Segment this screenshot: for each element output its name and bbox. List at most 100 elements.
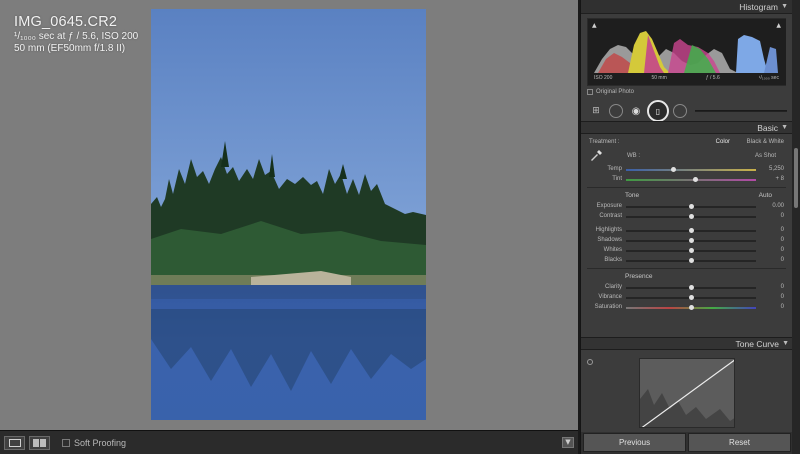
image-canvas[interactable]: IMG_0645.CR2 ¹/₁₀₀₀ sec at ƒ / 5.6, ISO … bbox=[0, 0, 578, 430]
loupe-view-button[interactable] bbox=[4, 435, 25, 450]
exposure-info: ¹/₁₀₀₀ sec at ƒ / 5.6, ISO 200 bbox=[14, 31, 139, 42]
wb-label: WB : bbox=[627, 153, 640, 159]
hist-shutter: ¹/₁₀₀₀ sec bbox=[758, 75, 779, 81]
slider-value[interactable]: 0 bbox=[781, 294, 784, 300]
slider-vibrance[interactable]: Vibrance 0 bbox=[581, 293, 792, 303]
slider-knob[interactable] bbox=[689, 204, 694, 209]
slider-value[interactable]: + 8 bbox=[775, 176, 784, 182]
divider bbox=[587, 187, 786, 188]
basic-header[interactable]: Basic ▼ bbox=[581, 121, 792, 134]
scrollbar-thumb[interactable] bbox=[794, 148, 798, 208]
before-after-icon bbox=[33, 438, 46, 447]
histogram-title: Histogram bbox=[739, 2, 778, 12]
slider-knob[interactable] bbox=[689, 285, 694, 290]
tone-curve-title: Tone Curve bbox=[735, 339, 779, 349]
tone-group-title: Tone Auto bbox=[581, 190, 792, 202]
reset-button[interactable]: Reset bbox=[688, 433, 791, 452]
treatment-bw-button[interactable]: Black & White bbox=[747, 139, 784, 145]
slider-knob[interactable] bbox=[689, 295, 694, 300]
tone-curve-graph[interactable] bbox=[639, 358, 735, 428]
tone-curve-section: Tone Curve ▼ bbox=[581, 337, 792, 428]
before-after-button[interactable] bbox=[29, 435, 50, 450]
slider-value[interactable]: 0 bbox=[781, 284, 784, 290]
toolbar-menu-button[interactable]: ▼ bbox=[562, 437, 574, 448]
radial-filter-icon[interactable] bbox=[673, 104, 687, 118]
tone-label: Tone bbox=[625, 192, 640, 199]
soft-proofing-label: Soft Proofing bbox=[74, 437, 127, 448]
photo-info-overlay: IMG_0645.CR2 ¹/₁₀₀₀ sec at ƒ / 5.6, ISO … bbox=[14, 13, 138, 55]
highlight-clipping-icon[interactable]: ▲ bbox=[776, 22, 781, 29]
slider-label: Shadows bbox=[597, 237, 622, 243]
tone-curve-header[interactable]: Tone Curve ▼ bbox=[581, 337, 792, 350]
collapse-triangle-icon[interactable]: ▼ bbox=[781, 122, 788, 134]
slider-label: Saturation bbox=[594, 304, 622, 310]
slider-value[interactable]: 0 bbox=[781, 227, 784, 233]
landscape-photo bbox=[151, 9, 426, 420]
graduated-filter-icon[interactable]: ▯ bbox=[647, 100, 669, 122]
slider-knob[interactable] bbox=[689, 305, 694, 310]
slider-value[interactable]: 0 bbox=[781, 237, 784, 243]
slider-exposure[interactable]: Exposure 0.00 bbox=[581, 202, 792, 212]
soft-proofing-checkbox[interactable] bbox=[62, 438, 70, 447]
original-photo-row[interactable]: Original Photo bbox=[587, 89, 786, 95]
slider-value[interactable]: 5,250 bbox=[769, 166, 784, 172]
slider-label: Exposure bbox=[596, 203, 622, 209]
eyedropper-icon[interactable] bbox=[589, 149, 603, 163]
auto-tone-button[interactable]: Auto bbox=[759, 190, 772, 202]
slider-whites[interactable]: Whites 0 bbox=[581, 246, 792, 256]
shadow-clipping-icon[interactable]: ▲ bbox=[592, 22, 597, 29]
slider-label: Blacks bbox=[604, 257, 622, 263]
slider-temp[interactable]: Temp 5,250 bbox=[581, 165, 792, 175]
basic-title: Basic bbox=[757, 123, 778, 133]
slider-knob[interactable] bbox=[689, 214, 694, 219]
slider-value[interactable]: 0.00 bbox=[772, 203, 784, 209]
treatment-row: Treatment : Color Black & White bbox=[581, 137, 792, 149]
slider-label: Whites bbox=[603, 247, 622, 253]
slider-value[interactable]: 0 bbox=[781, 257, 784, 263]
slider-saturation[interactable]: Saturation 0 bbox=[581, 303, 792, 313]
slider-label: Contrast bbox=[599, 213, 622, 219]
cursor-hand-icon: ▯ bbox=[655, 106, 661, 116]
tool-strip-slider[interactable] bbox=[695, 110, 787, 112]
lens-info: 50 mm (EF50mm f/1.8 II) bbox=[14, 43, 126, 54]
original-photo-checkbox[interactable] bbox=[587, 89, 593, 95]
wb-preset-dropdown[interactable]: As Shot bbox=[755, 153, 776, 159]
presence-label: Presence bbox=[625, 273, 653, 280]
targeted-adjustment-icon[interactable] bbox=[587, 359, 593, 365]
histogram-exif: ISO 200 50 mm ƒ / 5.6 ¹/₁₀₀₀ sec bbox=[588, 75, 785, 81]
slider-clarity[interactable]: Clarity 0 bbox=[581, 283, 792, 293]
presence-group-title: Presence bbox=[581, 271, 792, 283]
develop-panel: Histogram ▼ ▲ ▲ ISO 200 50 mm ƒ / 5.6 ¹/… bbox=[580, 0, 792, 454]
chevron-down-icon: ▼ bbox=[565, 438, 571, 446]
treatment-color-button[interactable]: Color bbox=[716, 139, 730, 145]
slider-contrast[interactable]: Contrast 0 bbox=[581, 212, 792, 222]
white-balance-row: WB : As Shot bbox=[581, 149, 792, 165]
crop-tool-icon[interactable]: ⊞ bbox=[589, 103, 603, 119]
collapse-triangle-icon[interactable]: ▼ bbox=[781, 0, 788, 14]
collapse-triangle-icon[interactable]: ▼ bbox=[782, 338, 789, 350]
panel-scrollbar[interactable] bbox=[792, 0, 800, 454]
previous-button[interactable]: Previous bbox=[583, 433, 686, 452]
tone-curve-plot bbox=[640, 359, 734, 427]
slider-track[interactable] bbox=[626, 179, 756, 181]
photo-preview[interactable] bbox=[151, 9, 426, 420]
slider-track[interactable] bbox=[626, 169, 756, 171]
slider-knob[interactable] bbox=[670, 167, 676, 172]
slider-blacks[interactable]: Blacks 0 bbox=[581, 256, 792, 266]
slider-value[interactable]: 0 bbox=[781, 304, 784, 310]
slider-knob[interactable] bbox=[689, 238, 694, 243]
slider-value[interactable]: 0 bbox=[781, 213, 784, 219]
slider-knob[interactable] bbox=[689, 228, 694, 233]
slider-knob[interactable] bbox=[689, 248, 694, 253]
slider-label: Clarity bbox=[604, 284, 622, 290]
spot-removal-icon[interactable] bbox=[609, 104, 623, 118]
slider-shadows[interactable]: Shadows 0 bbox=[581, 236, 792, 246]
slider-knob[interactable] bbox=[689, 258, 694, 263]
histogram-display[interactable]: ▲ ▲ ISO 200 50 mm ƒ / 5.6 ¹/₁₀₀₀ sec bbox=[587, 18, 786, 86]
slider-value[interactable]: 0 bbox=[781, 247, 784, 253]
slider-knob[interactable] bbox=[692, 177, 698, 182]
red-eye-icon[interactable]: ◉ bbox=[629, 103, 643, 119]
slider-highlights[interactable]: Highlights 0 bbox=[581, 226, 792, 236]
slider-tint[interactable]: Tint + 8 bbox=[581, 175, 792, 185]
histogram-header[interactable]: Histogram ▼ bbox=[581, 0, 792, 14]
